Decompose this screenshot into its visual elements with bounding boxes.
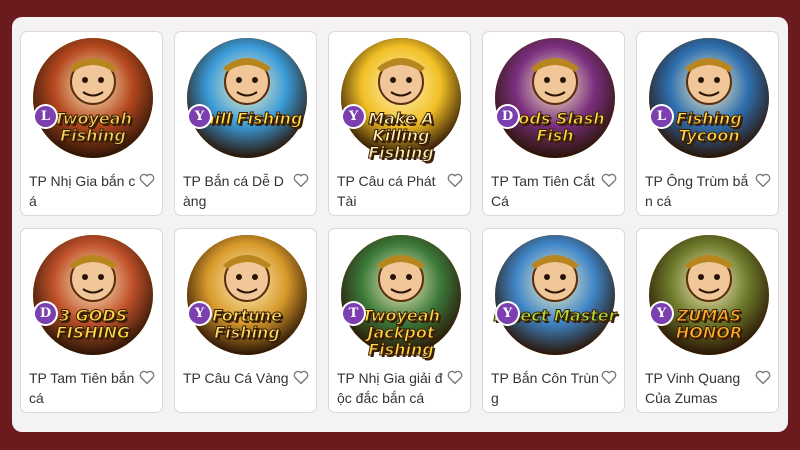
game-card[interactable]: 3 GODS FISHING D TP Tam Tiên bắn cá — [20, 228, 163, 413]
game-card[interactable]: Gods Slash Fish D TP Tam Tiên Cắt Cá — [482, 31, 625, 216]
provider-badge: Y — [343, 106, 364, 127]
game-name[interactable]: TP Nhị Gia giải độc đắc bắn cá — [337, 368, 445, 408]
heart-outline-icon — [139, 173, 155, 188]
favorite-heart-icon[interactable] — [138, 368, 156, 386]
game-name[interactable]: TP Bắn Côn Trùng — [491, 368, 599, 408]
favorite-heart-icon[interactable] — [600, 171, 618, 189]
provider-badge: Y — [189, 106, 210, 127]
game-name[interactable]: TP Câu cá Phát Tài — [337, 171, 445, 211]
heart-outline-icon — [755, 173, 771, 188]
game-name[interactable]: TP Tam Tiên bắn cá — [29, 368, 137, 408]
favorite-heart-icon[interactable] — [754, 368, 772, 386]
game-card[interactable]: Make A Killing Fishing Y TP Câu cá Phát Tà… — [328, 31, 471, 216]
heart-outline-icon — [601, 370, 617, 385]
heart-outline-icon — [447, 173, 463, 188]
game-name[interactable]: TP Câu Cá Vàng — [183, 368, 291, 388]
heart-outline-icon — [293, 370, 309, 385]
game-card[interactable]: Fishing Tycoon L TP Ông Trùm bắn cá — [636, 31, 779, 216]
game-card[interactable]: Twoyeah Jackpot Fishing T TP Nhị Gia giải … — [328, 228, 471, 413]
game-name[interactable]: TP Vinh Quang Của Zumas — [645, 368, 753, 408]
provider-badge: T — [343, 303, 364, 324]
heart-outline-icon — [293, 173, 309, 188]
provider-badge: L — [35, 106, 56, 127]
provider-badge: D — [497, 106, 518, 127]
game-artwork — [187, 38, 307, 158]
game-card[interactable]: ZUMAS HONOR Y TP Vinh Quang Của Zumas — [636, 228, 779, 413]
favorite-heart-icon[interactable] — [292, 368, 310, 386]
heart-outline-icon — [601, 173, 617, 188]
favorite-heart-icon[interactable] — [292, 171, 310, 189]
game-name[interactable]: TP Tam Tiên Cắt Cá — [491, 171, 599, 211]
game-thumbnail[interactable] — [187, 38, 307, 158]
game-card[interactable]: Chill Fishing Y TP Bắn cá Dễ Dàng — [174, 31, 317, 216]
favorite-heart-icon[interactable] — [138, 171, 156, 189]
game-list-panel: Twoyeah Fishing L TP Nhị Gia bắn cá Chill F… — [12, 17, 788, 432]
game-card[interactable]: Insect Master Y TP Bắn Côn Trùng — [482, 228, 625, 413]
heart-outline-icon — [447, 370, 463, 385]
heart-outline-icon — [139, 370, 155, 385]
game-name[interactable]: TP Bắn cá Dễ Dàng — [183, 171, 291, 211]
game-name[interactable]: TP Ông Trùm bắn cá — [645, 171, 753, 211]
provider-badge: Y — [651, 303, 672, 324]
favorite-heart-icon[interactable] — [446, 171, 464, 189]
provider-badge: Y — [189, 303, 210, 324]
game-card[interactable]: Fortune Fishing Y TP Câu Cá Vàng — [174, 228, 317, 413]
favorite-heart-icon[interactable] — [754, 171, 772, 189]
game-name[interactable]: TP Nhị Gia bắn cá — [29, 171, 137, 211]
provider-badge: L — [651, 106, 672, 127]
provider-badge: D — [35, 303, 56, 324]
game-grid: Twoyeah Fishing L TP Nhị Gia bắn cá Chill F… — [20, 31, 779, 413]
favorite-heart-icon[interactable] — [446, 368, 464, 386]
game-thumbnail[interactable] — [495, 235, 615, 355]
favorite-heart-icon[interactable] — [600, 368, 618, 386]
heart-outline-icon — [755, 370, 771, 385]
provider-badge: Y — [497, 303, 518, 324]
game-artwork — [495, 235, 615, 355]
game-card[interactable]: Twoyeah Fishing L TP Nhị Gia bắn cá — [20, 31, 163, 216]
